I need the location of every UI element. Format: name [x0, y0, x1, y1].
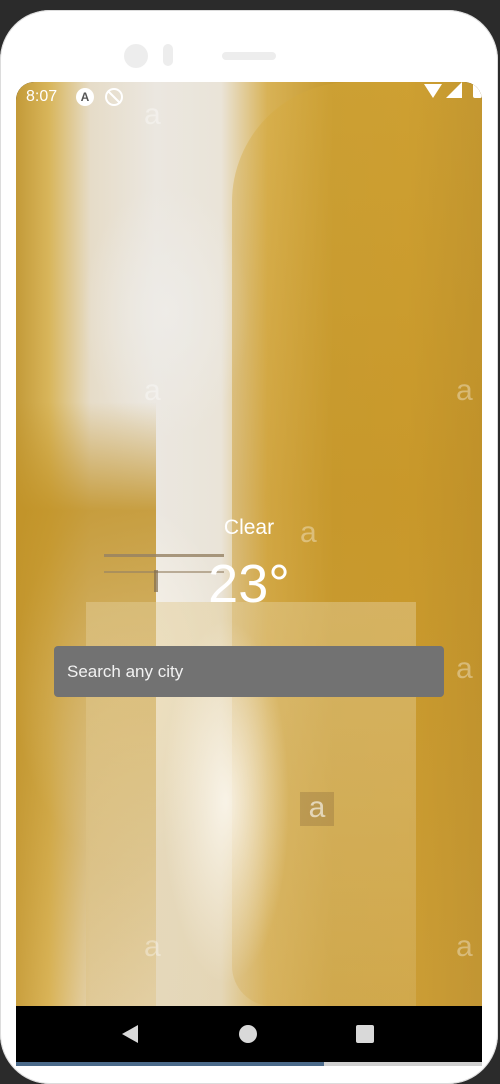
gesture-progress-bar	[16, 1062, 482, 1066]
watermark: a	[456, 652, 473, 685]
status-time: 8:07	[26, 88, 58, 105]
wifi-icon	[424, 84, 442, 98]
signal-icon	[446, 82, 462, 98]
watermark: a	[300, 792, 334, 826]
watermark: a	[456, 374, 473, 407]
watermark: a	[456, 930, 473, 963]
earpiece-speaker	[222, 52, 276, 60]
city-search-input[interactable]	[54, 646, 444, 697]
proximity-sensor	[163, 44, 173, 66]
back-icon[interactable]	[122, 1025, 138, 1043]
gesture-progress-fill	[16, 1062, 324, 1066]
battery-icon	[473, 82, 482, 98]
recents-icon[interactable]	[356, 1025, 374, 1043]
weather-condition: Clear	[223, 516, 275, 539]
watermark: a	[144, 930, 161, 963]
a-badge-icon: A	[76, 88, 94, 106]
do-not-disturb-icon	[105, 88, 123, 106]
navigation-bar	[16, 1006, 482, 1062]
front-camera	[124, 44, 148, 68]
app-screen: a a a a a a a a 8:07 A Clear 23°	[16, 82, 482, 1066]
temperature-readout: 23°	[208, 554, 290, 614]
phone-frame: a a a a a a a a 8:07 A Clear 23°	[0, 10, 498, 1084]
status-bar: 8:07 A	[16, 82, 482, 112]
watermark: a	[144, 374, 161, 407]
home-icon[interactable]	[239, 1025, 257, 1043]
